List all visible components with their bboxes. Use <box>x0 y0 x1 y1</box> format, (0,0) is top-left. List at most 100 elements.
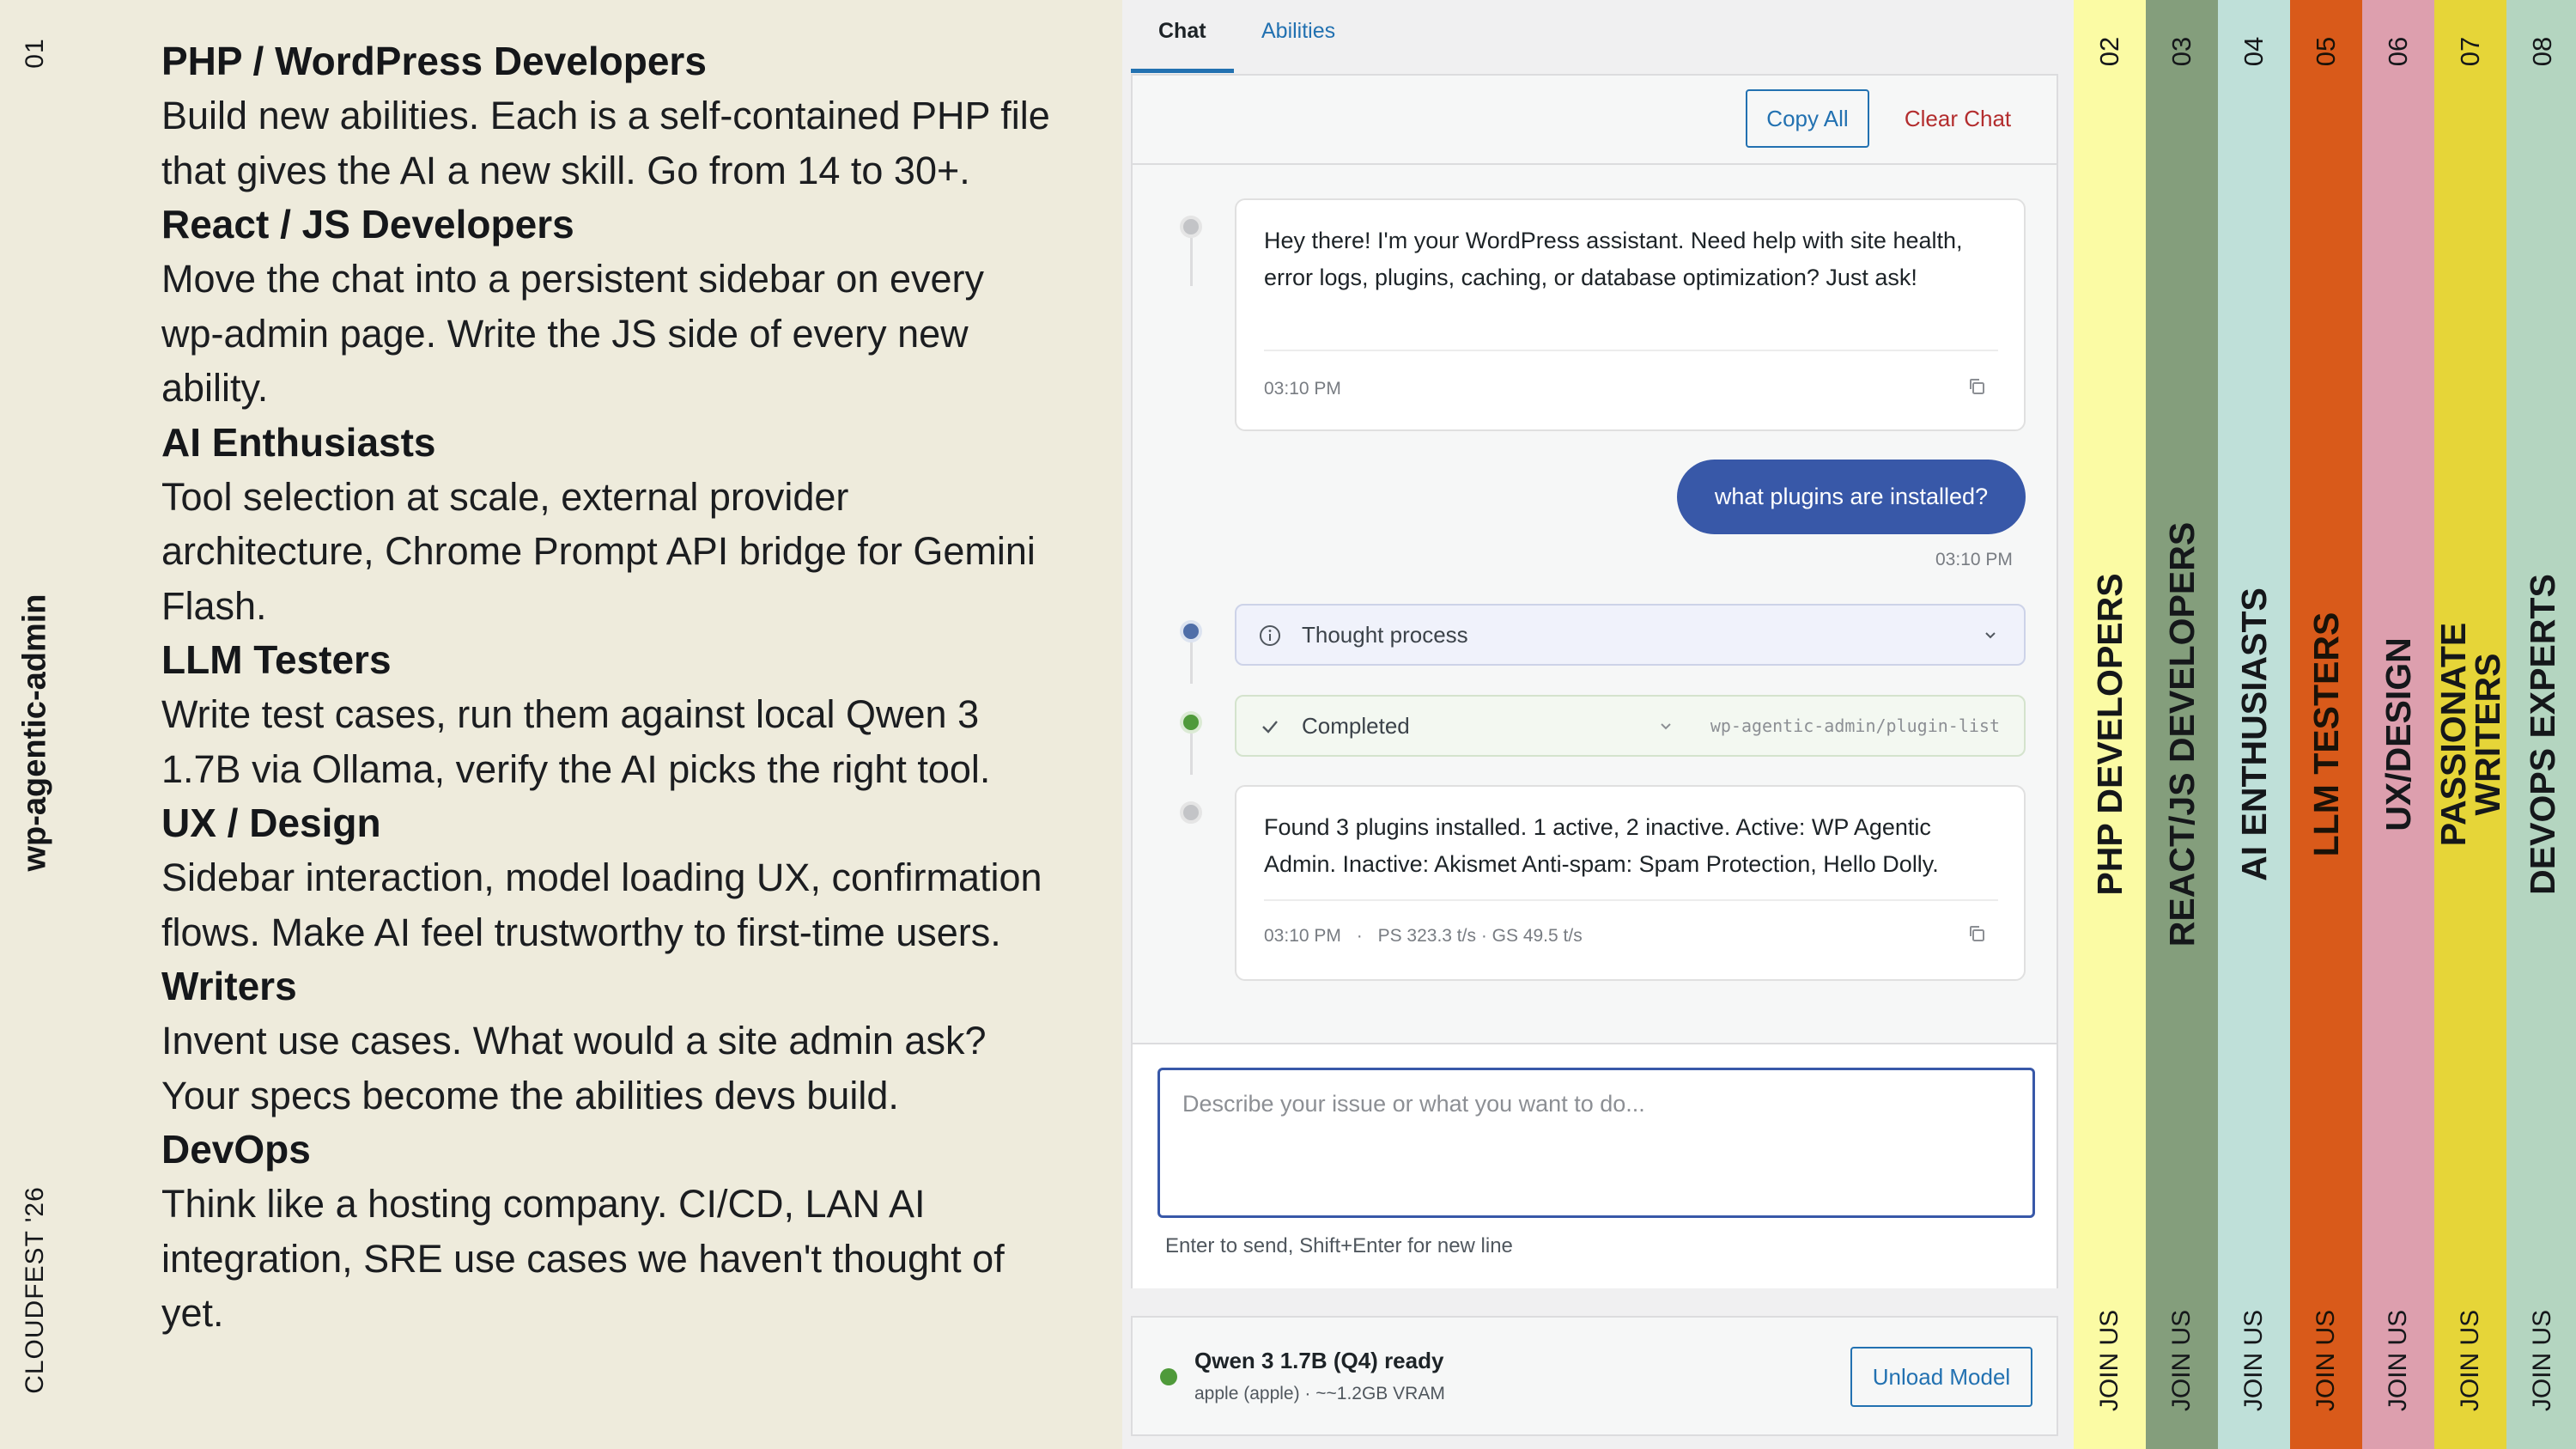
checkmark-icon <box>1262 721 1278 734</box>
strip-number: 06 <box>2383 36 2413 67</box>
tab-abilities[interactable]: Abilities <box>1261 19 1335 44</box>
timeline-line <box>1190 642 1193 684</box>
strip-label: PHP DEVELOPERS <box>2090 573 2129 896</box>
role-description: Sidebar interaction, model loading UX, c… <box>161 855 1042 954</box>
role-description: Think like a hosting company. CI/CD, LAN… <box>161 1182 1005 1335</box>
role-description: Build new abilities. Each is a self-cont… <box>161 94 1050 192</box>
user-message-time: 03:10 PM <box>1935 550 2013 569</box>
strip-ai-enthusiasts: 04 AI ENTHUSIASTS JOIN US <box>2218 0 2290 1449</box>
info-icon <box>1260 625 1280 646</box>
strip-writers: 07 PASSIONATE WRITERS JOIN US <box>2433 0 2507 1449</box>
role-description: Move the chat into a persistent sidebar … <box>161 257 985 410</box>
message-text: Found 3 plugins installed. 1 active, 2 i… <box>1264 814 1939 877</box>
role-llm: LLM Testers Write test cases, run them a… <box>161 633 1054 796</box>
join-us-link[interactable]: JOIN US <box>2456 1310 2485 1411</box>
strip-label-line: PASSIONATE <box>2433 622 2473 847</box>
role-writers: Writers Invent use cases. What would a s… <box>161 959 1054 1123</box>
strip-label-line: PHP DEVELOPERS <box>2090 573 2129 896</box>
tab-bar: Chat Abilities <box>1131 0 2067 74</box>
strip-number: 04 <box>2239 36 2269 67</box>
tool-name: wp-agentic-admin/plugin-list <box>1710 715 2000 736</box>
assistant-message: Hey there! I'm your WordPress assistant.… <box>1235 198 2026 431</box>
role-heading: Writers <box>161 964 297 1008</box>
join-us-link[interactable]: JOIN US <box>2528 1310 2557 1411</box>
role-heading: AI Enthusiasts <box>161 419 436 465</box>
rail-number: 01 <box>21 38 49 69</box>
copy-icon[interactable] <box>1967 377 1986 396</box>
message-divider <box>1264 350 1998 351</box>
strip-label-line: REACT/JS DEVELOPERS <box>2162 521 2202 947</box>
strip-label: PASSIONATE WRITERS <box>2433 622 2507 847</box>
strip-label-line: WRITERS <box>2468 653 2507 816</box>
chevron-down-icon <box>1985 632 1996 639</box>
message-input[interactable] <box>1157 1068 2035 1218</box>
model-status-dot <box>1160 1368 1177 1385</box>
model-name: Qwen 3 1.7B (Q4) ready <box>1194 1348 1444 1373</box>
role-ai: AI Enthusiasts Tool selection at scale, … <box>161 416 1054 634</box>
strip-number: 07 <box>2455 36 2485 67</box>
rail-event-label: CLOUDFEST '26 <box>21 1186 49 1394</box>
unload-model-button[interactable]: Unload Model <box>1850 1347 2032 1407</box>
strip-label: REACT/JS DEVELOPERS <box>2162 521 2202 947</box>
join-us-link[interactable]: JOIN US <box>2239 1310 2269 1411</box>
thought-process-label: Thought process <box>1302 622 1468 648</box>
timeline-dot <box>1180 216 1202 238</box>
copy-icon[interactable] <box>1967 924 1986 943</box>
tool-call-status[interactable]: Completed wp-agentic-admin/plugin-list <box>1235 695 2026 757</box>
strip-php-developers: 02 PHP DEVELOPERS JOIN US <box>2074 0 2146 1449</box>
strip-label-line: AI ENTHUSIASTS <box>2234 588 2274 881</box>
assistant-message: Found 3 plugins installed. 1 active, 2 i… <box>1235 785 2026 981</box>
chevron-down-icon <box>1661 723 1671 730</box>
join-us-link[interactable]: JOIN US <box>2167 1310 2196 1411</box>
strip-label: DEVOPS EXPERTS <box>2523 574 2562 895</box>
role-description: Invent use cases. What would a site admi… <box>161 1019 987 1117</box>
generation-stats: PS 323.3 t/s · GS 49.5 t/s <box>1377 926 1583 946</box>
timeline-line <box>1190 238 1193 286</box>
strip-number: 05 <box>2311 36 2341 67</box>
role-react: React / JS Developers Move the chat into… <box>161 198 1054 416</box>
model-details: apple (apple) · ~~1.2GB VRAM <box>1194 1384 1445 1403</box>
role-php: PHP / WordPress Developers Build new abi… <box>161 34 1054 198</box>
strip-label-line: DEVOPS EXPERTS <box>2523 574 2562 895</box>
clear-chat-button[interactable]: Clear Chat <box>1889 89 2026 148</box>
role-description: Tool selection at scale, external provid… <box>161 474 1036 628</box>
strip-label: UX/DESIGN <box>2379 637 2418 831</box>
join-us-link[interactable]: JOIN US <box>2384 1310 2413 1411</box>
rail-title: wp-agentic-admin <box>16 594 53 872</box>
roles-list: PHP / WordPress Developers Build new abi… <box>161 34 1054 1341</box>
strip-label-line: LLM TESTERS <box>2306 612 2346 857</box>
message-divider <box>1264 899 1998 901</box>
role-heading: LLM Testers <box>161 637 392 682</box>
strip-number: 03 <box>2166 36 2196 67</box>
thought-process-toggle[interactable]: Thought process <box>1235 604 2026 666</box>
strip-number: 08 <box>2527 36 2557 67</box>
active-tab-indicator <box>1131 69 1234 73</box>
user-message: what plugins are installed? <box>1677 460 2026 534</box>
message-text: Hey there! I'm your WordPress assistant.… <box>1264 228 1963 290</box>
strip-label: LLM TESTERS <box>2306 612 2346 857</box>
role-heading: React / JS Developers <box>161 202 574 247</box>
role-heading: UX / Design <box>161 801 381 845</box>
strip-devops-experts: 08 DEVOPS EXPERTS JOIN US <box>2506 0 2576 1449</box>
role-heading: PHP / WordPress Developers <box>161 39 707 83</box>
timeline-dot <box>1180 620 1202 642</box>
timeline-dot <box>1180 801 1202 824</box>
tab-chat[interactable]: Chat <box>1158 19 1206 44</box>
meta-separator: · <box>1356 926 1363 946</box>
role-devops: DevOps Think like a hosting company. CI/… <box>161 1123 1054 1341</box>
strip-llm-testers: 05 LLM TESTERS JOIN US <box>2290 0 2362 1449</box>
copy-all-button[interactable]: Copy All <box>1746 89 1869 148</box>
join-us-link[interactable]: JOIN US <box>2312 1310 2341 1411</box>
strip-label: AI ENTHUSIASTS <box>2234 588 2274 881</box>
message-meta: 03:10 PM · PS 323.3 t/s · GS 49.5 t/s <box>1264 926 1583 947</box>
strip-number: 02 <box>2094 36 2124 67</box>
timeline-dot <box>1180 711 1202 734</box>
join-us-link[interactable]: JOIN US <box>2095 1310 2124 1411</box>
strip-label-line: UX/DESIGN <box>2379 637 2418 831</box>
role-heading: DevOps <box>161 1127 311 1172</box>
tool-status-label: Completed <box>1302 713 1410 739</box>
message-time: 03:10 PM <box>1264 926 1341 946</box>
role-description: Write test cases, run them against local… <box>161 692 991 791</box>
message-time: 03:10 PM <box>1264 379 1341 399</box>
strip-react-developers: 03 REACT/JS DEVELOPERS JOIN US <box>2146 0 2218 1449</box>
